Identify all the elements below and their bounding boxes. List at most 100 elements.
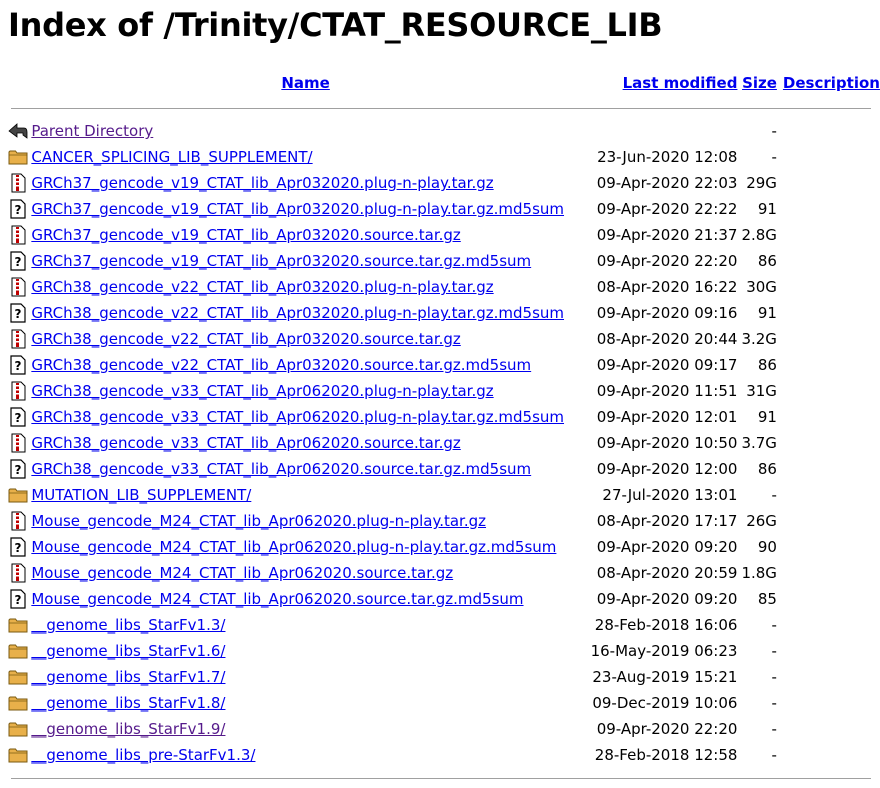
sort-by-size-link[interactable]: Size	[742, 74, 777, 92]
file-link[interactable]: CANCER_SPLICING_LIB_SUPPLEMENT/	[31, 148, 312, 166]
svg-text:?: ?	[15, 307, 22, 321]
row-modified: 23-Aug-2019 15:21	[592, 668, 738, 686]
folder-icon	[8, 719, 28, 739]
folder-icon	[8, 615, 28, 635]
row-icon-cell	[8, 638, 31, 664]
row-name-cell: __genome_libs_StarFv1.8/	[31, 690, 576, 716]
file-link[interactable]: __genome_libs_StarFv1.8/	[31, 694, 225, 712]
file-link[interactable]: GRCh37_gencode_v19_CTAT_lib_Apr032020.so…	[31, 252, 531, 270]
file-link[interactable]: __genome_libs_StarFv1.3/	[31, 616, 225, 634]
row-name-cell: GRCh37_gencode_v19_CTAT_lib_Apr032020.so…	[31, 222, 576, 248]
row-name-cell: Mouse_gencode_M24_CTAT_lib_Apr062020.plu…	[31, 534, 576, 560]
file-link[interactable]: MUTATION_LIB_SUPPLEMENT/	[31, 486, 251, 504]
table-row: ? GRCh38_gencode_v22_CTAT_lib_Apr032020.…	[8, 352, 880, 378]
table-row: ? GRCh37_gencode_v19_CTAT_lib_Apr032020.…	[8, 248, 880, 274]
file-link[interactable]: GRCh38_gencode_v22_CTAT_lib_Apr032020.so…	[31, 356, 531, 374]
file-link[interactable]: GRCh37_gencode_v19_CTAT_lib_Apr032020.so…	[31, 226, 460, 244]
row-modified: 09-Apr-2020 12:01	[596, 408, 738, 426]
row-size: -	[771, 746, 777, 764]
table-row: GRCh37_gencode_v19_CTAT_lib_Apr032020.so…	[8, 222, 880, 248]
row-size: -	[771, 148, 777, 166]
row-icon-cell	[8, 222, 31, 248]
compressed-file-icon	[8, 225, 28, 245]
row-modified: 09-Apr-2020 09:17	[596, 356, 738, 374]
row-description	[783, 534, 880, 560]
row-modified: 09-Apr-2020 22:03	[596, 174, 738, 192]
folder-icon	[8, 745, 28, 765]
row-icon-cell	[8, 378, 31, 404]
sort-by-name-link[interactable]: Name	[281, 74, 329, 92]
folder-icon	[8, 667, 28, 687]
row-icon-cell: ?	[8, 300, 31, 326]
row-name-cell: GRCh37_gencode_v19_CTAT_lib_Apr032020.so…	[31, 248, 576, 274]
row-description	[783, 404, 880, 430]
row-modified: 09-Apr-2020 10:50	[596, 434, 738, 452]
file-link[interactable]: __genome_libs_StarFv1.6/	[31, 642, 225, 660]
sort-by-description-link[interactable]: Description	[783, 74, 880, 92]
compressed-file-icon	[8, 173, 28, 193]
row-size: 86	[757, 252, 777, 270]
row-size: -	[771, 616, 777, 634]
row-icon-cell	[8, 716, 31, 742]
file-link[interactable]: GRCh38_gencode_v33_CTAT_lib_Apr062020.pl…	[31, 382, 493, 400]
row-icon-cell	[8, 274, 31, 300]
file-link[interactable]: GRCh38_gencode_v22_CTAT_lib_Apr032020.pl…	[31, 304, 564, 322]
row-modified: 16-May-2019 06:23	[590, 642, 738, 660]
row-description	[783, 456, 880, 482]
row-icon-cell: ?	[8, 248, 31, 274]
row-description	[783, 638, 880, 664]
table-row: __genome_libs_StarFv1.8/ 09-Dec-2019 10:…	[8, 690, 880, 716]
row-modified: 09-Dec-2019 10:06	[592, 694, 738, 712]
row-modified: 08-Apr-2020 17:17	[596, 512, 738, 530]
unknown-file-icon: ?	[8, 407, 28, 427]
file-link[interactable]: GRCh38_gencode_v33_CTAT_lib_Apr062020.so…	[31, 460, 531, 478]
file-link[interactable]: GRCh38_gencode_v22_CTAT_lib_Apr032020.so…	[31, 330, 460, 348]
file-link[interactable]: __genome_libs_StarFv1.9/	[31, 720, 225, 738]
file-link[interactable]: GRCh38_gencode_v33_CTAT_lib_Apr062020.pl…	[31, 408, 564, 426]
compressed-file-icon	[8, 511, 28, 531]
file-link[interactable]: Parent Directory	[31, 122, 153, 140]
file-rows: Parent Directory - CANCER_SPLICING_LIB_S…	[8, 118, 880, 768]
file-link[interactable]: Mouse_gencode_M24_CTAT_lib_Apr062020.sou…	[31, 590, 523, 608]
row-size: -	[771, 122, 777, 140]
row-size: 85	[757, 590, 777, 608]
row-icon-cell: ?	[8, 534, 31, 560]
row-size: -	[771, 642, 777, 660]
row-icon-cell: ?	[8, 586, 31, 612]
header-size: Size	[741, 68, 782, 98]
table-row: GRCh38_gencode_v22_CTAT_lib_Apr032020.pl…	[8, 274, 880, 300]
row-modified: 28-Feb-2018 12:58	[594, 746, 738, 764]
file-link[interactable]: __genome_libs_pre-StarFv1.3/	[31, 746, 255, 764]
row-modified: 09-Apr-2020 22:22	[596, 200, 738, 218]
compressed-file-icon	[8, 329, 28, 349]
row-name-cell: GRCh38_gencode_v22_CTAT_lib_Apr032020.pl…	[31, 300, 576, 326]
file-link[interactable]: Mouse_gencode_M24_CTAT_lib_Apr062020.sou…	[31, 564, 453, 582]
file-link[interactable]: Mouse_gencode_M24_CTAT_lib_Apr062020.plu…	[31, 538, 556, 556]
row-name-cell: GRCh38_gencode_v22_CTAT_lib_Apr032020.so…	[31, 352, 576, 378]
folder-icon	[8, 641, 28, 661]
row-icon-cell: ?	[8, 352, 31, 378]
row-name-cell: GRCh37_gencode_v19_CTAT_lib_Apr032020.pl…	[31, 170, 576, 196]
row-description	[783, 430, 880, 456]
row-icon-cell	[8, 560, 31, 586]
footer-divider	[11, 777, 871, 779]
table-row: ? Mouse_gencode_M24_CTAT_lib_Apr062020.s…	[8, 586, 880, 612]
row-icon-cell: ?	[8, 404, 31, 430]
file-link[interactable]: __genome_libs_StarFv1.7/	[31, 668, 225, 686]
sort-by-modified-link[interactable]: Last modified	[623, 74, 738, 92]
row-icon-cell	[8, 612, 31, 638]
file-link[interactable]: GRCh37_gencode_v19_CTAT_lib_Apr032020.pl…	[31, 200, 564, 218]
row-size: 29G	[746, 174, 777, 192]
unknown-file-icon: ?	[8, 537, 28, 557]
header-modified: Last modified	[577, 68, 742, 98]
row-description	[783, 300, 880, 326]
file-link[interactable]: GRCh38_gencode_v33_CTAT_lib_Apr062020.so…	[31, 434, 460, 452]
row-size: 1.8G	[741, 564, 777, 582]
file-link[interactable]: Mouse_gencode_M24_CTAT_lib_Apr062020.plu…	[31, 512, 486, 530]
file-link[interactable]: GRCh38_gencode_v22_CTAT_lib_Apr032020.pl…	[31, 278, 493, 296]
row-modified: 23-Jun-2020 12:08	[597, 148, 738, 166]
folder-icon	[8, 693, 28, 713]
file-link[interactable]: GRCh37_gencode_v19_CTAT_lib_Apr032020.pl…	[31, 174, 493, 192]
row-name-cell: GRCh38_gencode_v33_CTAT_lib_Apr062020.pl…	[31, 404, 576, 430]
row-size: -	[771, 720, 777, 738]
